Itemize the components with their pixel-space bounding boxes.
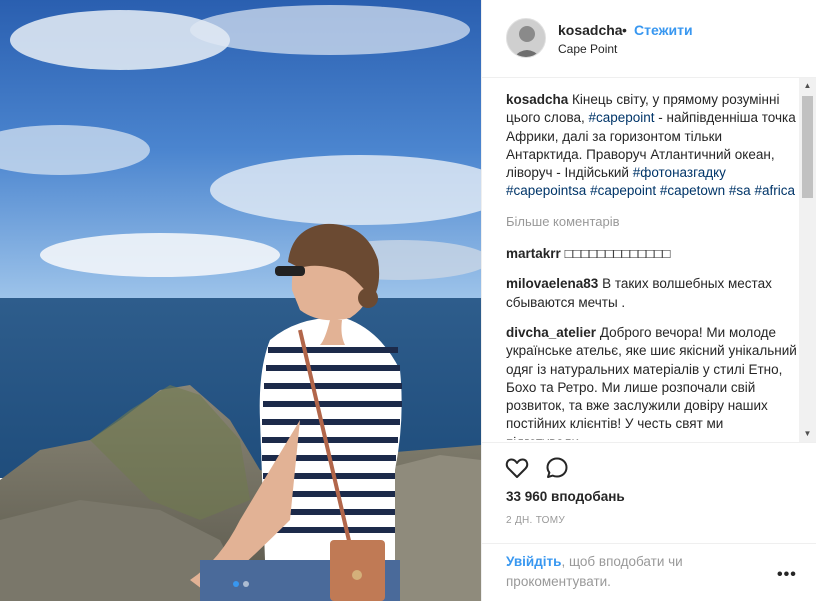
caption: kosadcha Кінець світу, у прямому розумін… <box>506 91 798 201</box>
post-header: kosadcha • Стежити Cape Point <box>482 0 816 78</box>
post-timestamp[interactable]: 2 ДН. ТОМУ <box>506 515 565 526</box>
login-link[interactable]: Увійдіть <box>506 554 561 569</box>
comment-username[interactable]: divcha_atelier <box>506 325 596 340</box>
more-options-icon[interactable]: ••• <box>777 566 797 584</box>
post-photo[interactable] <box>0 0 481 601</box>
hashtag-link[interactable]: #capepoint <box>588 110 654 125</box>
comments-scrollbar[interactable]: ▲ ▼ <box>799 78 816 442</box>
separator-bullet: • <box>622 22 627 38</box>
comment-item: martakrr □□□□□□□□□□□□□ <box>506 245 798 263</box>
caption-username[interactable]: kosadcha <box>506 92 568 107</box>
username[interactable]: kosadcha <box>558 22 623 38</box>
instagram-post-window: kosadcha • Стежити Cape Point kosadcha К… <box>0 0 816 601</box>
avatar-image <box>507 19 545 57</box>
comment-username[interactable]: milovaelena83 <box>506 276 598 291</box>
scroll-down-arrow-icon[interactable]: ▼ <box>799 426 816 442</box>
follow-button[interactable]: Стежити <box>634 22 693 38</box>
login-prompt-text: Увійдіть, щоб вподобати чи прокоментуват… <box>506 552 736 592</box>
post-actions: 33 960 вподобань 2 ДН. ТОМУ Увійдіть, що… <box>482 442 816 601</box>
carousel-dot-active <box>232 581 239 587</box>
avatar[interactable] <box>506 18 546 58</box>
comment-text: Доброго вечора! Ми молоде українське ате… <box>506 324 797 440</box>
heart-icon[interactable] <box>504 455 530 481</box>
comment-item: divcha_atelier Доброго вечора! Ми молоде… <box>506 324 798 440</box>
comment-bubble-icon[interactable] <box>544 455 570 481</box>
location-link[interactable]: Cape Point <box>558 42 617 56</box>
comment-text: □□□□□□□□□□□□□ <box>564 246 671 262</box>
carousel-indicator <box>0 581 481 587</box>
carousel-dot <box>242 581 249 587</box>
comment-username[interactable]: martakrr <box>506 246 561 261</box>
scrollbar-thumb[interactable] <box>802 96 813 198</box>
scroll-up-arrow-icon[interactable]: ▲ <box>799 78 816 94</box>
comment-item: milovaelena83 В таких волшебных местах с… <box>506 275 798 312</box>
post-sidebar: kosadcha • Стежити Cape Point kosadcha К… <box>481 0 816 601</box>
likes-count[interactable]: 33 960 вподобань <box>506 489 625 504</box>
more-comments-link[interactable]: Більше коментарів <box>506 213 798 231</box>
photo-illustration <box>0 0 481 601</box>
comments-list[interactable]: kosadcha Кінець світу, у прямому розумін… <box>506 91 798 440</box>
login-prompt: Увійдіть, щоб вподобати чи прокоментуват… <box>482 543 816 601</box>
